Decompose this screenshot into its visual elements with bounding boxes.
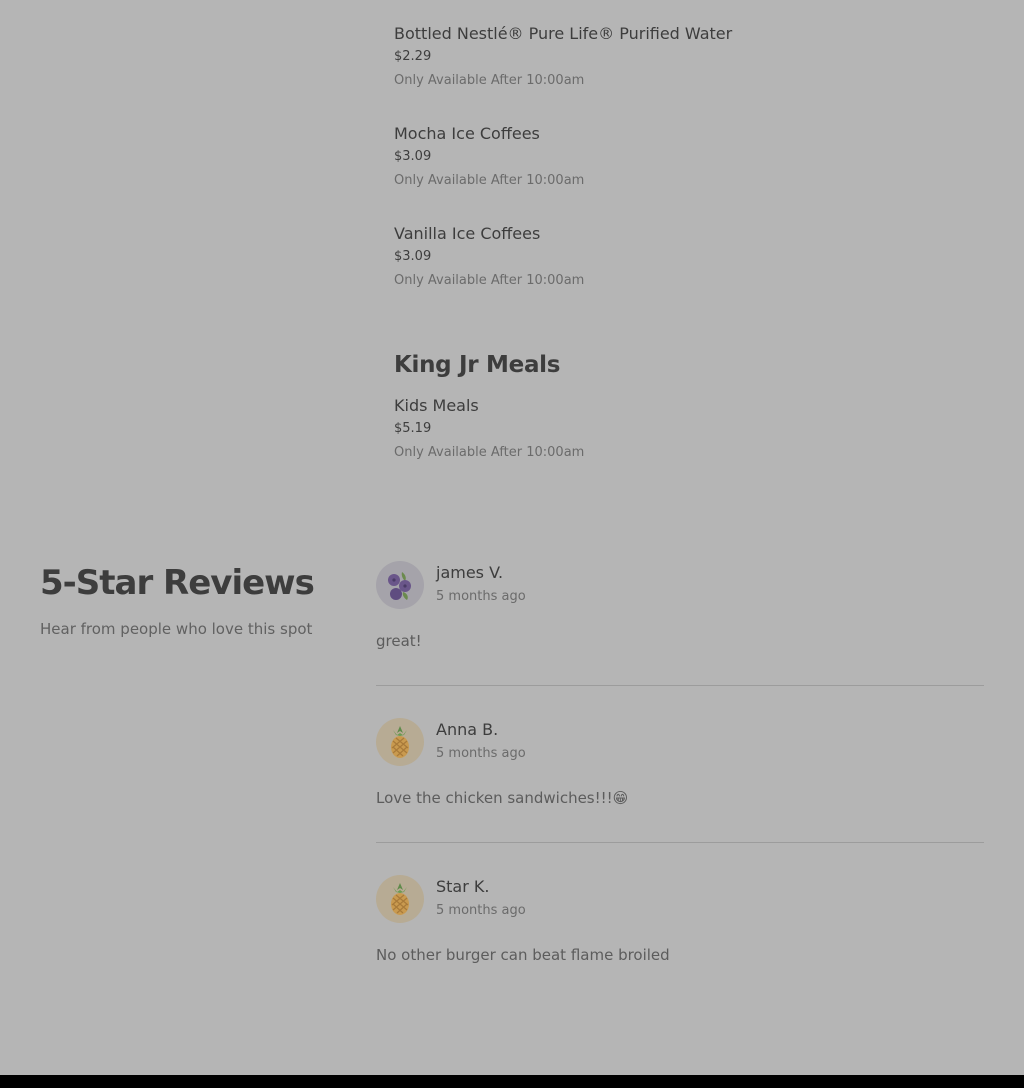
item-name: Vanilla Ice Coffees [394, 224, 541, 243]
reviewer-name: Star K. [436, 877, 490, 896]
blueberry-icon [388, 572, 411, 600]
item-name: Bottled Nestlé® Pure Life® Purified Wate… [394, 24, 733, 43]
item-name: Mocha Ice Coffees [394, 124, 540, 143]
menu-item[interactable]: Kids Meals $5.19 Only Available After 10… [394, 396, 954, 461]
reviews-heading: 5-Star Reviews [40, 563, 315, 603]
pineapple-icon [391, 726, 409, 758]
menu-item[interactable]: Vanilla Ice Coffees $3.09 Only Available… [394, 224, 954, 289]
reviewer-name: Anna B. [436, 720, 499, 739]
review-text: Love the chicken sandwiches!!!😁 [376, 789, 629, 807]
item-price: $5.19 [394, 421, 432, 436]
item-availability: Only Available After 10:00am [394, 273, 585, 288]
review-text: great! [376, 632, 422, 650]
avatar [376, 718, 424, 766]
item-availability: Only Available After 10:00am [394, 173, 585, 188]
pineapple-icon [391, 883, 409, 915]
review-time: 5 months ago [436, 589, 526, 604]
divider [376, 842, 984, 843]
reviewer-name: james V. [436, 563, 504, 582]
footer-bar [0, 1075, 1024, 1088]
review-time: 5 months ago [436, 746, 526, 761]
menu-item[interactable]: Bottled Nestlé® Pure Life® Purified Wate… [394, 24, 954, 89]
page: Bottled Nestlé® Pure Life® Purified Wate… [0, 0, 1024, 1088]
item-price: $3.09 [394, 149, 432, 164]
review-time: 5 months ago [436, 903, 526, 918]
item-price: $3.09 [394, 249, 432, 264]
divider [376, 685, 984, 686]
menu-item[interactable]: Mocha Ice Coffees $3.09 Only Available A… [394, 124, 954, 189]
item-availability: Only Available After 10:00am [394, 445, 585, 460]
avatar [376, 875, 424, 923]
review-text: No other burger can beat flame broiled [376, 946, 670, 964]
item-name: Kids Meals [394, 396, 479, 415]
section-title: King Jr Meals [394, 352, 561, 378]
reviews-subheading: Hear from people who love this spot [40, 620, 313, 638]
item-price: $2.29 [394, 49, 432, 64]
avatar [376, 561, 424, 609]
item-availability: Only Available After 10:00am [394, 73, 585, 88]
